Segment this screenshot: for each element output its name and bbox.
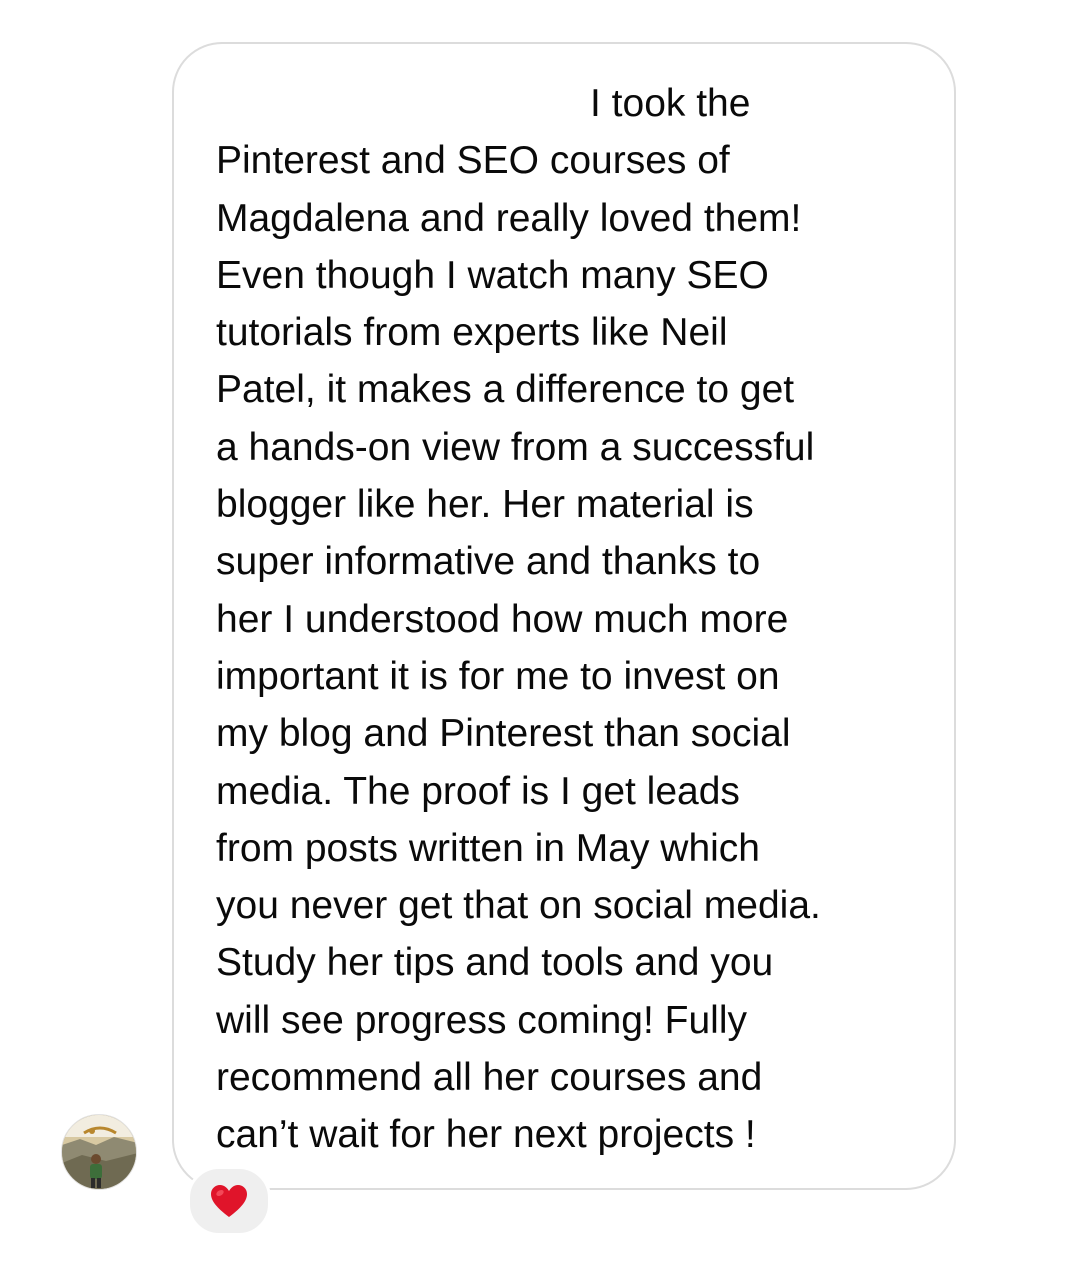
message-line: a hands-on view from a successful	[216, 425, 815, 469]
message-line: from posts written in May which	[216, 826, 761, 870]
message-line: important it is for me to invest on	[216, 654, 780, 698]
avatar-photo-icon	[62, 1115, 136, 1189]
sender-avatar[interactable]	[61, 1114, 137, 1190]
message-line: media. The proof is I get leads	[216, 769, 740, 813]
message-line: tutorials from experts like Neil	[216, 311, 728, 355]
message-line: her I understood how much more	[216, 597, 789, 641]
message-line: Even though I watch many SEO	[216, 253, 769, 297]
message-line: super informative and thanks to	[216, 540, 761, 584]
message-line: Magdalena and really loved them!	[216, 196, 802, 240]
reaction-badge[interactable]	[187, 1166, 271, 1236]
message-line: my blog and Pinterest than social	[216, 712, 791, 756]
message-line: Patel, it makes a difference to get	[216, 368, 795, 412]
message-line: blogger like her. Her material is	[216, 483, 754, 527]
message-line: I took the	[590, 82, 751, 125]
message-line: recommend all her courses and	[216, 1056, 763, 1100]
message-line: Pinterest and SEO courses of	[216, 139, 730, 183]
message-line: can’t wait for her next projects !	[216, 1113, 756, 1157]
message-text: I took the Pinterest and SEO courses of …	[216, 75, 821, 1164]
message-bubble[interactable]: I took the Pinterest and SEO courses of …	[172, 42, 956, 1190]
red-heart-icon	[211, 1185, 247, 1217]
message-line: you never get that on social media.	[216, 884, 821, 928]
message-line: Study her tips and tools and you	[216, 941, 774, 985]
message-line: will see progress coming! Fully	[216, 998, 748, 1042]
